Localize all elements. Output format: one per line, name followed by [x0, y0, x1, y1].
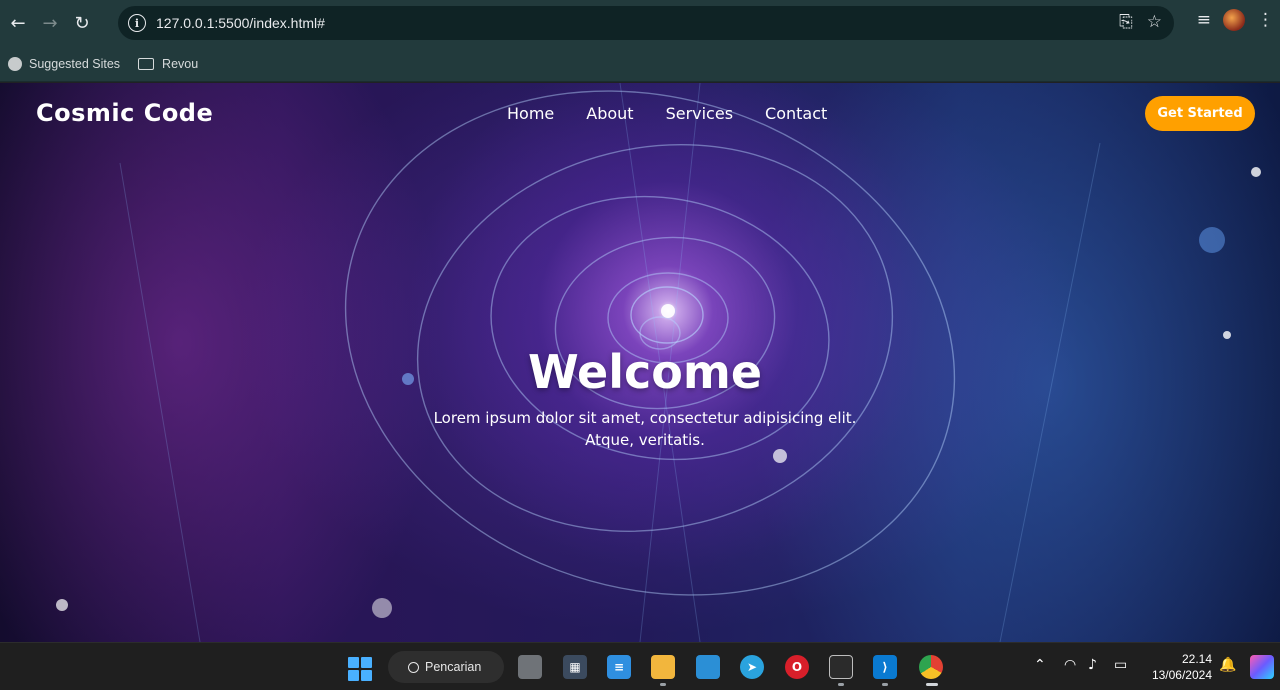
omnibox-actions: ⎘ ☆ — [1119, 12, 1162, 32]
nav-link-contact[interactable]: Contact — [765, 104, 827, 123]
vscode-icon[interactable]: ⟩ — [873, 655, 897, 679]
profile-avatar[interactable] — [1223, 9, 1245, 31]
copilot-icon[interactable] — [1250, 655, 1274, 679]
site-navbar: Cosmic Code Home About Services Contact … — [0, 83, 1280, 145]
bookmark-suggested-sites[interactable]: Suggested Sites — [8, 56, 121, 71]
clock-date: 13/06/2024 — [1151, 668, 1212, 682]
menu-kebab-icon[interactable]: ⋮ — [1257, 10, 1274, 30]
volume-icon[interactable]: ♪ — [1088, 657, 1097, 673]
chevron-up-icon[interactable]: ⌃ — [1034, 657, 1046, 673]
reload-icon[interactable]: ↻ — [68, 9, 96, 37]
hero-title: Welcome — [527, 345, 763, 399]
bookmark-star-icon[interactable]: ☆ — [1147, 12, 1162, 32]
forward-icon[interactable]: → — [36, 9, 64, 37]
page-viewport: Cosmic Code Home About Services Contact … — [0, 83, 1280, 642]
system-clock[interactable]: 22.14 13/06/2024 — [1140, 651, 1212, 683]
url-text[interactable]: 127.0.0.1:5500/index.html# — [156, 15, 325, 31]
windows-start-icon[interactable] — [348, 657, 372, 681]
taskbar: Pencarian ▦ ≡ ➤ O ⟩ ⌃ ◠ ♪ ▭ 22.14 13/06/… — [0, 642, 1280, 690]
bookmarks-bar: Suggested Sites Revou — [0, 46, 1280, 82]
notepad-icon[interactable]: ≡ — [607, 655, 631, 679]
get-started-button[interactable]: Get Started — [1145, 96, 1255, 131]
reading-list-icon[interactable]: ≡ — [1197, 10, 1211, 30]
site-info-icon[interactable]: i — [128, 14, 146, 32]
chrome-icon[interactable] — [919, 655, 943, 679]
address-bar[interactable]: i 127.0.0.1:5500/index.html# ⎘ ☆ — [118, 6, 1174, 40]
back-icon[interactable]: ← — [4, 9, 32, 37]
site-logo[interactable]: Cosmic Code — [36, 99, 213, 127]
bookmark-label: Suggested Sites — [29, 56, 121, 71]
taskbar-search-label: Pencarian — [425, 660, 482, 674]
battery-icon[interactable]: ▭ — [1114, 657, 1127, 673]
app-active-indicator — [926, 683, 938, 686]
app-running-indicator — [882, 683, 888, 686]
nav-link-services[interactable]: Services — [666, 104, 733, 123]
notification-bell-icon[interactable]: 🔔 — [1219, 657, 1236, 673]
file-explorer-icon[interactable] — [651, 655, 675, 679]
hero-description: Lorem ipsum dolor sit amet, consectetur … — [420, 407, 870, 451]
terminal-icon[interactable] — [829, 655, 853, 679]
taskbar-search[interactable]: Pencarian — [388, 651, 504, 683]
nav-link-about[interactable]: About — [586, 104, 633, 123]
translate-icon[interactable]: ⎘ — [1119, 12, 1133, 32]
globe-icon — [8, 56, 22, 71]
browser-actions: ≡ ⋮ — [1197, 9, 1274, 31]
wifi-icon[interactable]: ◠ — [1064, 657, 1076, 673]
main-menu: Home About Services Contact — [507, 104, 859, 123]
nav-link-home[interactable]: Home — [507, 104, 554, 123]
hero-description-line: Lorem ipsum dolor sit amet, consectetur … — [433, 409, 857, 427]
task-view-icon[interactable] — [518, 655, 542, 679]
app-running-indicator — [838, 683, 844, 686]
hero-description-line: Atque, veritatis. — [585, 431, 705, 449]
clock-time: 22.14 — [1181, 652, 1212, 666]
telegram-icon[interactable]: ➤ — [740, 655, 764, 679]
app-running-indicator — [660, 683, 666, 686]
sticky-app-icon[interactable] — [696, 655, 720, 679]
search-icon — [408, 661, 419, 673]
opera-icon[interactable]: O — [785, 655, 809, 679]
calculator-icon[interactable]: ▦ — [563, 655, 587, 679]
browser-toolbar: ← → ↻ i 127.0.0.1:5500/index.html# ⎘ ☆ ≡… — [0, 0, 1280, 46]
bookmark-label: Revou — [162, 56, 199, 71]
folder-icon — [138, 57, 155, 70]
bookmark-revou[interactable]: Revou — [138, 57, 198, 71]
